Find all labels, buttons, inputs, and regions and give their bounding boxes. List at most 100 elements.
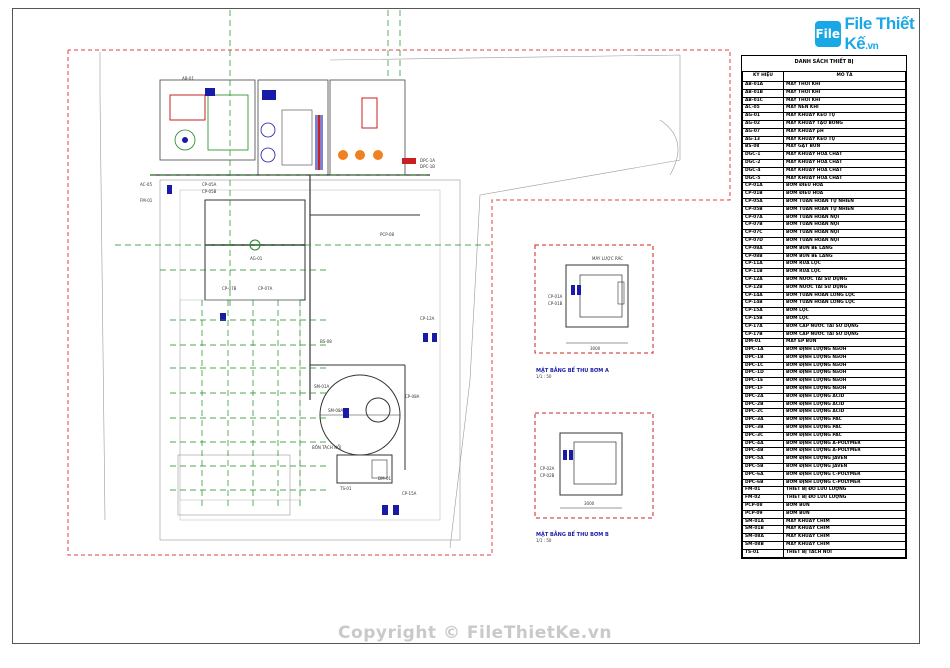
table-row: CP-08B BƠM BÙN BỂ LẮNG: [742, 252, 906, 262]
label-fm: FM-01: [140, 198, 153, 203]
table-row: AC-05 MÁY NÉN KHÍ: [742, 104, 906, 114]
equipment-code: CP-08B: [742, 252, 784, 262]
equipment-description: MÁY KHUẤY CHÌM: [783, 541, 906, 550]
equipment-code: TS-01: [742, 548, 784, 558]
equipment-description: MÁY NÉN KHÍ: [783, 104, 906, 114]
label-dm: DM-01: [378, 476, 392, 481]
detail-a-tank-label: MÁY LƯỢC RÁC: [592, 256, 623, 261]
equipment-code: DPC-1F: [742, 385, 784, 394]
equipment-description: BƠM CẤP NƯỚC TÁI SỬ DỤNG: [783, 322, 906, 332]
detail-b-pump-label-1: CP-02A: [540, 466, 555, 471]
table-row: DPC-6A BƠM ĐỊNH LƯỢNG C-POLYMER: [742, 470, 906, 480]
detail-a-caption: MẶT BẰNG BỂ THU BƠM A 1/1 : 50: [536, 368, 609, 379]
equipment-code: SM-01B: [742, 525, 784, 535]
blower-unit: [169, 94, 206, 121]
table-row: DPC-2A BƠM ĐỊNH LƯỢNG ACID: [742, 392, 906, 402]
label-cp08: CP-08A: [405, 394, 420, 399]
table-row: CP-17A BƠM CẤP NƯỚC TÁI SỬ DỤNG: [742, 322, 906, 332]
table-row: AB-01B MÁY THỔI KHÍ: [742, 88, 906, 98]
equipment-code: DPC-3B: [742, 424, 784, 433]
equipment-description: THIẾT BỊ ĐO LƯU LƯỢNG: [783, 494, 906, 504]
label-ac: AC-05: [140, 182, 152, 187]
detail-a-pump-label-1: CP-01A: [548, 294, 563, 299]
table-row: CP-07B BƠM TUẦN HOÀN NỘI: [742, 221, 906, 231]
equipment-description: BƠM TUẦN HOÀN LÒNG LỌC: [783, 291, 906, 301]
table-row: DM-01 MÁY ÉP BÙN: [742, 338, 906, 348]
equipment-code: CP-01A: [742, 182, 784, 192]
table-row: CP-15A BƠM LỌC: [742, 307, 906, 316]
equipment-description: BƠM ĐỊNH LƯỢNG ACID: [783, 400, 906, 410]
equipment-code: CP-17A: [742, 322, 784, 332]
table-header-code: KÝ HIỆU: [742, 71, 784, 82]
equipment-description: MÁY KHUẤY pH: [783, 127, 906, 137]
equipment-code: AB-01C: [742, 96, 784, 106]
table-row: DPC-3C BƠM ĐỊNH LƯỢNG PAC: [742, 431, 906, 441]
table-row: DGC-4 MÁY KHUẤY HÓA CHẤT: [742, 166, 906, 176]
table-row: DPC-1E BƠM ĐỊNH LƯỢNG NaOH: [742, 377, 906, 387]
equipment-description: BƠM ĐỊNH LƯỢNG PAC: [783, 424, 906, 433]
equipment-code: DM-01: [742, 338, 784, 348]
equipment-description: BƠM ĐỊNH LƯỢNG A-POLYMER: [783, 439, 906, 449]
table-row: AG-02 MÁY KHUẤY TẠO BÔNG: [742, 119, 906, 129]
label-bon: BỒN TÁCH NỔI: [312, 445, 341, 450]
table-row: DPC-5B BƠM ĐỊNH LƯỢNG JAVEN: [742, 463, 906, 472]
table-row: SM-08B MÁY KHUẤY CHÌM: [742, 541, 906, 550]
equipment-description: BƠM ĐỊNH LƯỢNG JAVEN: [783, 455, 906, 465]
equipment-code: PCP-09: [742, 509, 784, 519]
equipment-description: BƠM ĐỊNH LƯỢNG NaOH: [783, 361, 906, 371]
road-outline: [99, 52, 106, 521]
equipment-description: BƠM TUẦN HOÀN NỘI: [783, 236, 906, 246]
blue-pump-5: [167, 185, 172, 194]
table-header-desc: MÔ TẢ: [783, 71, 906, 82]
equipment-description: BƠM NƯỚC TÁI SỬ DỤNG: [783, 275, 906, 285]
red-valve: [402, 158, 416, 164]
equipment-description: MÁY GẠT BÙN: [783, 143, 906, 153]
equipment-code: AG-02: [742, 119, 784, 129]
detail-a-pump-label-2: CP-01B: [548, 301, 563, 306]
table-row: DGC-5 MÁY KHUẤY HÓA CHẤT: [742, 174, 906, 184]
equipment-code: AB-01B: [742, 88, 784, 98]
equipment-description: MÁY KHUẤY HÓA CHẤT: [783, 158, 906, 168]
blower-motor: [205, 88, 215, 96]
table-row: PCP-09 BƠM BÙN: [742, 509, 906, 519]
blower-fan-center: [182, 137, 188, 143]
equipment-code: DPC-4A: [742, 439, 784, 449]
equipment-table: KÝ HIỆU MÔ TẢ AB-01A MÁY THỔI KHÍ AB-01B MÁ…: [742, 71, 906, 558]
detail-a-boundary: [534, 244, 654, 354]
equipment-description: BƠM ĐỊNH LƯỢNG PAC: [783, 431, 906, 441]
chem-rack-stripe: [318, 115, 320, 170]
equipment-code: AB-01A: [742, 81, 784, 90]
equipment-code: CP-15B: [742, 314, 784, 324]
table-row: DPC-5A BƠM ĐỊNH LƯỢNG JAVEN: [742, 455, 906, 465]
equipment-description: MÁY KHUẤY CHÌM: [783, 517, 906, 527]
table-row: SM-01B MÁY KHUẤY CHÌM: [742, 525, 906, 535]
table-row: DPC-1A BƠM ĐỊNH LƯỢNG NaOH: [742, 346, 906, 355]
table-row: PCP-08 BƠM BÙN: [742, 502, 906, 511]
blue-pump-1: [423, 333, 428, 342]
equipment-code: CP-12B: [742, 283, 784, 293]
table-row: CP-11A BƠM RỬA LỌC: [742, 260, 906, 270]
table-row: DPC-1B BƠM ĐỊNH LƯỢNG NaOH: [742, 353, 906, 363]
table-row: CP-05B BƠM TUẦN HOÀN TỰ NHIÊN: [742, 205, 906, 215]
equipment-code: AG-01: [742, 112, 784, 121]
equipment-description: BƠM ĐIỀU HÒA: [783, 182, 906, 192]
equipment-code: DPC-1A: [742, 346, 784, 355]
label-dpc: DPC-1A: [420, 158, 435, 163]
detail-b-pump-label-2: CP-02B: [540, 473, 555, 478]
table-row: CP-07C BƠM TUẦN HOÀN NỘI: [742, 229, 906, 238]
orange-pump-2: [355, 150, 365, 160]
detail-b-caption: MẶT BẰNG BỂ THU BƠM B 1/1 : 50: [536, 532, 609, 543]
label-cp12: CP-12A: [420, 316, 435, 321]
detail-b-inner: [573, 441, 617, 485]
label-ab: AB-01: [182, 76, 194, 81]
orange-pump-3: [373, 150, 383, 160]
equipment-description: BƠM TUẦN HOÀN TỰ NHIÊN: [783, 197, 906, 207]
table-row: FM-02 THIẾT BỊ ĐO LƯU LƯỢNG: [742, 494, 906, 504]
equipment-description: MÁY KHUẤY CHÌM: [783, 525, 906, 535]
clarifier-pump: [343, 408, 349, 418]
equipment-code: SM-08B: [742, 541, 784, 550]
equipment-code: CP-07B: [742, 221, 784, 231]
table-row: SM-08A MÁY KHUẤY CHÌM: [742, 533, 906, 543]
equipment-code: DPC-2A: [742, 392, 784, 402]
equipment-description: MÁY KHUẤY CHÌM: [783, 533, 906, 543]
